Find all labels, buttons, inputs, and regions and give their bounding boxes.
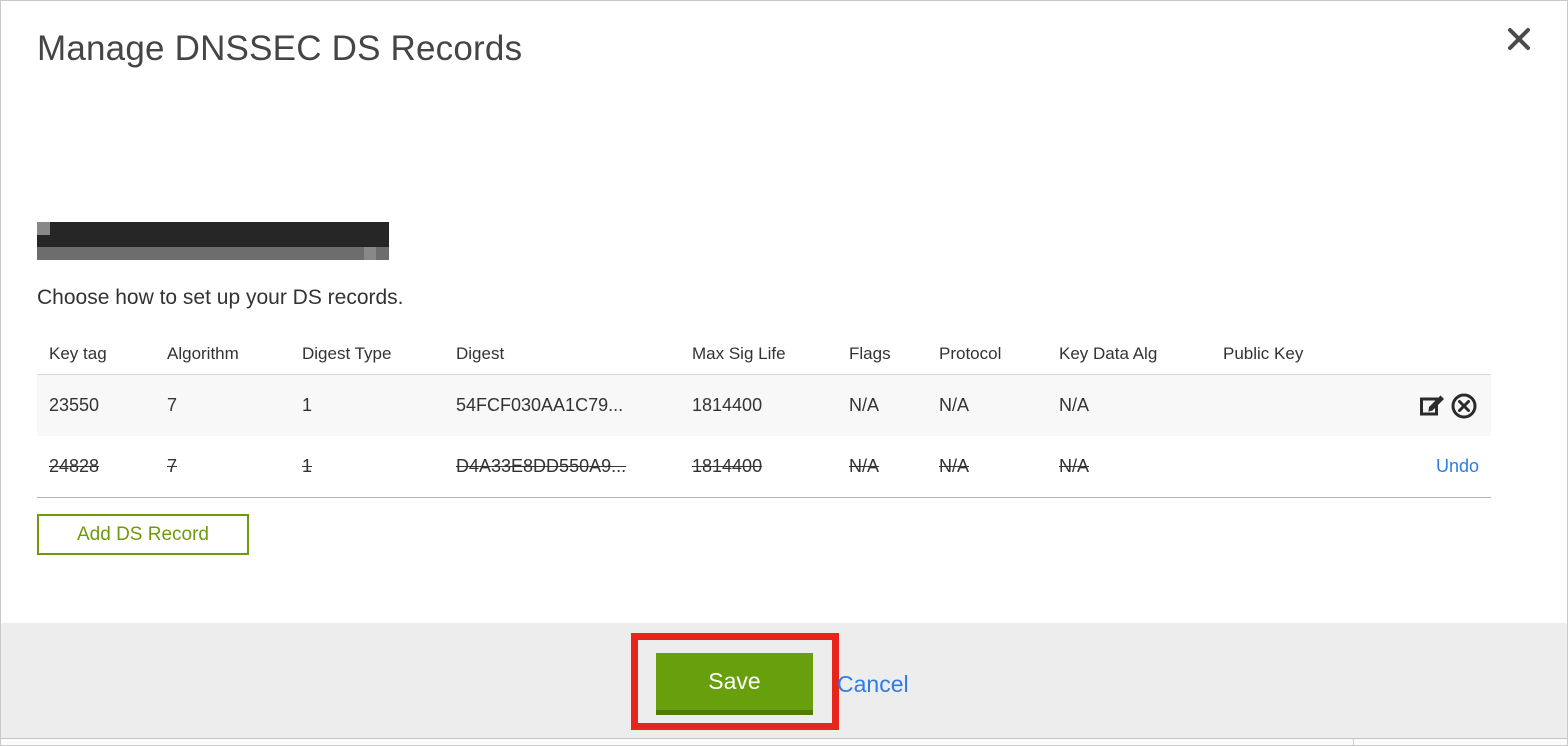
edit-icon — [1419, 395, 1444, 416]
header-algorithm: Algorithm — [167, 343, 239, 363]
cell-key-data-alg: N/A — [1059, 395, 1090, 415]
cell-digest-type: 1 — [302, 395, 313, 415]
header-key-data-alg: Key Data Alg — [1059, 343, 1158, 363]
cell-digest: D4A33E8DD550A9... — [456, 456, 627, 476]
table-row-active: 23550 7 1 54FCF030AA1C79... 1814400 N/A … — [37, 374, 1491, 436]
cell-key-tag: 23550 — [49, 395, 100, 415]
header-key-tag: Key tag — [49, 343, 107, 363]
table-row-deleted: 24828 7 1 D4A33E8DD550A9... 1814400 N/A … — [37, 436, 1491, 498]
cell-key-data-alg: N/A — [1059, 456, 1090, 476]
cell-max-sig-life: 1814400 — [692, 456, 763, 476]
undo-link[interactable]: Undo — [1436, 456, 1479, 477]
cell-flags: N/A — [849, 456, 880, 476]
table-header-row: Key tag Algorithm Digest Type Digest Max… — [37, 327, 1491, 374]
domain-name-redacted — [37, 222, 389, 260]
header-max-sig-life: Max Sig Life — [692, 343, 786, 363]
page-edge-strip — [1, 738, 1567, 745]
subtitle: Choose how to set up your DS records. — [37, 286, 404, 309]
save-button[interactable]: Save — [656, 653, 813, 715]
header-public-key: Public Key — [1223, 343, 1304, 363]
manage-dnssec-modal: Manage DNSSEC DS Records Choose how to s… — [0, 0, 1568, 746]
modal-title: Manage DNSSEC DS Records — [37, 29, 523, 68]
page-edge-divider — [1353, 739, 1354, 745]
header-protocol: Protocol — [939, 343, 1002, 363]
cell-protocol: N/A — [939, 395, 970, 415]
cell-digest-type: 1 — [302, 456, 313, 476]
add-ds-record-button[interactable]: Add DS Record — [37, 514, 249, 555]
edit-record-button[interactable] — [1417, 391, 1447, 421]
close-icon — [1508, 28, 1530, 50]
cell-algorithm: 7 — [167, 456, 178, 476]
delete-record-button[interactable] — [1449, 391, 1479, 421]
cell-flags: N/A — [849, 395, 880, 415]
header-digest: Digest — [456, 343, 505, 363]
close-button[interactable] — [1499, 19, 1539, 59]
cell-protocol: N/A — [939, 456, 970, 476]
header-digest-type: Digest Type — [302, 343, 392, 363]
modal-footer: Save Cancel — [1, 623, 1567, 738]
cell-algorithm: 7 — [167, 395, 178, 415]
ds-records-table: Key tag Algorithm Digest Type Digest Max… — [37, 327, 1491, 498]
cell-digest: 54FCF030AA1C79... — [456, 395, 624, 415]
cell-max-sig-life: 1814400 — [692, 395, 763, 415]
header-flags: Flags — [849, 343, 891, 363]
cancel-link[interactable]: Cancel — [837, 671, 909, 698]
delete-icon — [1451, 393, 1477, 418]
cell-key-tag: 24828 — [49, 456, 100, 476]
